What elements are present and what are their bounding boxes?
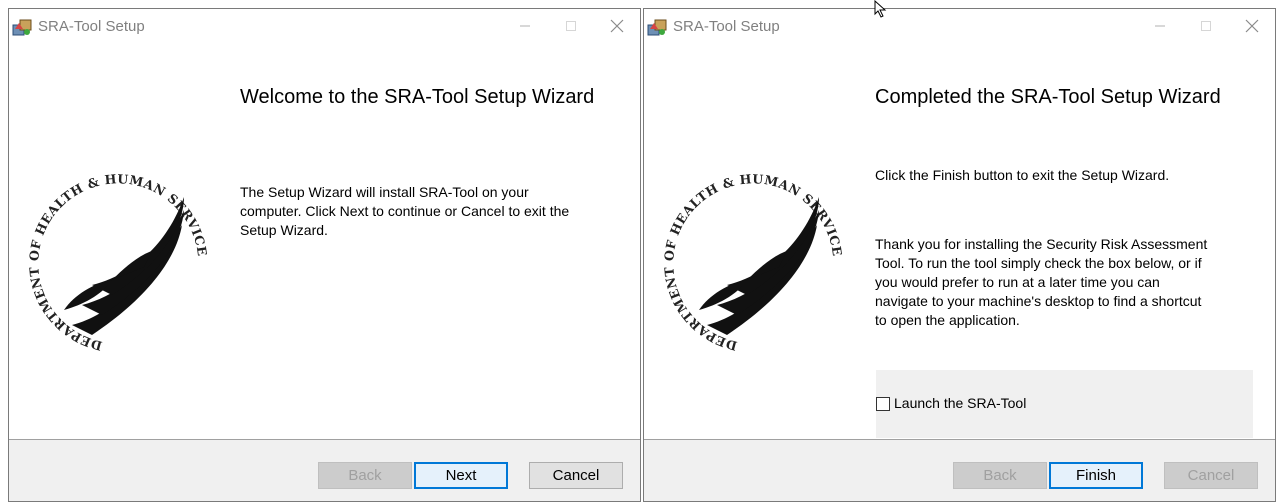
window-title: SRA-Tool Setup [673, 18, 780, 35]
svg-text:DEPARTMENT OF HEALTH & HUMAN S: DEPARTMENT OF HEALTH & HUMAN SERVICES • … [647, 155, 843, 354]
description-line: computer. Click Next to continue or Canc… [240, 203, 570, 219]
close-button[interactable] [594, 9, 640, 42]
thank-you-line: Thank you for installing the Security Ri… [875, 236, 1208, 252]
hhs-seal-logo: DEPARTMENT OF HEALTH & HUMAN SERVICES • … [647, 155, 843, 354]
minimize-button[interactable] [1137, 9, 1183, 42]
wizard-heading: Completed the SRA-Tool Setup Wizard [875, 86, 1221, 108]
minimize-icon [1155, 25, 1165, 26]
description-line: The Setup Wizard will install SRA-Tool o… [240, 184, 529, 200]
title-bar: SRA-Tool Setup [644, 9, 1275, 42]
setup-wizard-welcome-window: SRA-Tool Setup DEPARTMENT OF HEALTH & HU… [8, 8, 641, 502]
thank-you-line: you would prefer to run at a later time … [875, 274, 1160, 290]
thank-you-line: to open the application. [875, 312, 1020, 328]
minimize-button[interactable] [502, 9, 548, 42]
mouse-pointer-icon [874, 0, 887, 18]
installer-icon [12, 19, 32, 36]
next-button[interactable]: Next [414, 462, 508, 489]
wizard-content: DEPARTMENT OF HEALTH & HUMAN SERVICES • … [9, 42, 640, 439]
svg-text:DEPARTMENT OF HEALTH & HUMAN S: DEPARTMENT OF HEALTH & HUMAN SERVICES • … [12, 155, 208, 354]
wizard-heading: Welcome to the SRA-Tool Setup Wizard [240, 86, 595, 108]
launch-checkbox-label[interactable]: Launch the SRA-Tool [894, 395, 1026, 411]
close-icon [610, 19, 624, 32]
minimize-icon [520, 25, 530, 26]
thank-you-line: Tool. To run the tool simply check the b… [875, 255, 1202, 271]
close-icon [1245, 19, 1259, 32]
maximize-button[interactable] [1183, 9, 1229, 42]
maximize-icon [1201, 20, 1211, 31]
maximize-button[interactable] [548, 9, 594, 42]
close-button[interactable] [1229, 9, 1275, 42]
wizard-description: The Setup Wizard will install SRA-Tool o… [240, 183, 630, 240]
finish-button[interactable]: Finish [1049, 462, 1143, 489]
window-title: SRA-Tool Setup [38, 18, 145, 35]
maximize-icon [566, 20, 576, 31]
thank-you-line: navigate to your machine's desktop to fi… [875, 293, 1202, 309]
installer-icon [647, 19, 667, 36]
cancel-button[interactable]: Cancel [1164, 462, 1258, 489]
wizard-content: DEPARTMENT OF HEALTH & HUMAN SERVICES • … [644, 42, 1275, 439]
back-button[interactable]: Back [318, 462, 412, 489]
description-line: Setup Wizard. [240, 222, 328, 238]
button-bar: Back Next Cancel [9, 439, 640, 501]
finish-instructions: Click the Finish button to exit the Setu… [875, 167, 1170, 183]
title-bar: SRA-Tool Setup [9, 9, 640, 42]
launch-checkbox[interactable] [876, 397, 890, 411]
launch-option-panel: Launch the SRA-Tool [876, 370, 1253, 438]
cancel-button[interactable]: Cancel [529, 462, 623, 489]
back-button[interactable]: Back [953, 462, 1047, 489]
thank-you-text: Thank you for installing the Security Ri… [875, 235, 1265, 330]
setup-wizard-complete-window: SRA-Tool Setup DEPARTMENT OF HEALTH & HU… [643, 8, 1276, 502]
button-bar: Back Finish Cancel [644, 439, 1275, 501]
hhs-seal-logo: DEPARTMENT OF HEALTH & HUMAN SERVICES • … [12, 155, 208, 354]
